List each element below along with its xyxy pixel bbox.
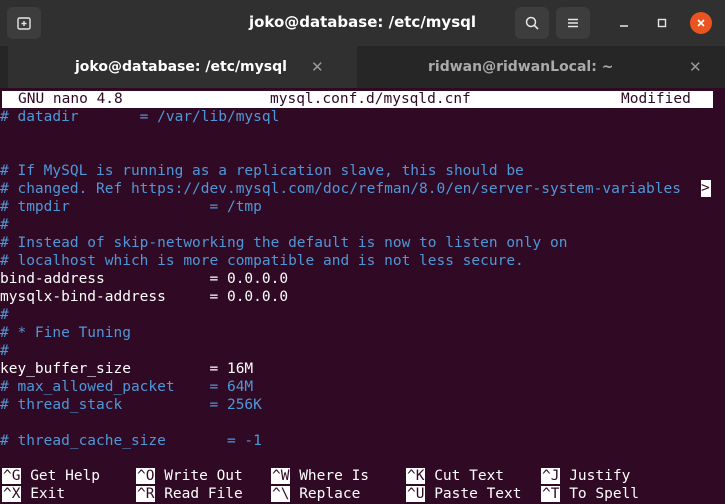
shortcut-item[interactable]: ^K Cut Text xyxy=(406,468,504,485)
shortcut-key: ^O xyxy=(136,468,156,484)
shortcut-key: ^\ xyxy=(271,486,291,502)
shortcut-label: Get Help xyxy=(30,468,101,484)
code-line: # If MySQL is running as a replication s… xyxy=(0,163,524,179)
code-line: # thread_stack = 256K xyxy=(0,397,262,413)
code-line: # thread_cache_size = -1 xyxy=(0,433,262,449)
maximize-icon xyxy=(657,18,667,28)
shortcut-key: ^K xyxy=(406,468,426,484)
shortcut-label: Replace xyxy=(299,486,361,502)
code-line: # xyxy=(0,343,9,359)
shortcut-label: Where Is xyxy=(299,468,370,484)
minimize-icon xyxy=(620,25,628,27)
shortcut-key: ^X xyxy=(2,486,22,502)
close-icon[interactable]: ✕ xyxy=(311,58,324,76)
shortcut-key: ^R xyxy=(136,486,156,502)
shortcut-label: Write Out xyxy=(164,468,243,484)
code-line: # xyxy=(0,217,9,233)
close-icon xyxy=(697,19,705,27)
line-truncation-marker: > xyxy=(701,180,711,197)
tab-ridwan-local[interactable]: ridwan@ridwanLocal: ~ ✕ xyxy=(357,46,719,88)
shortcut-item[interactable]: ^U Paste Text xyxy=(406,486,522,503)
minimize-button[interactable] xyxy=(613,12,635,34)
code-line: # * Fine Tuning xyxy=(0,325,131,341)
title-bar: joko@database: /etc/mysql xyxy=(0,0,725,46)
nano-version: GNU nano 4.8 xyxy=(18,91,123,107)
shortcut-item[interactable]: ^G Get Help xyxy=(2,468,100,485)
maximize-button[interactable] xyxy=(651,12,673,34)
code-line: # datadir = /var/lib/mysql xyxy=(0,109,280,125)
close-button[interactable] xyxy=(690,12,712,34)
shortcut-item[interactable]: ^X Exit xyxy=(2,486,65,503)
shortcut-label: Justify xyxy=(569,468,631,484)
code-line: # Instead of skip-networking the default… xyxy=(0,235,568,251)
shortcut-label: Read File xyxy=(164,486,243,502)
nano-filename: mysql.conf.d/mysqld.cnf xyxy=(270,91,471,107)
code-line: # changed. Ref https://dev.mysql.com/doc… xyxy=(0,181,681,197)
tab-bar: joko@database: /etc/mysql ✕ ridwan@ridwa… xyxy=(0,46,725,88)
shortcut-item[interactable]: ^T To Spell xyxy=(541,486,639,503)
nano-header-bar: GNU nano 4.8 mysql.conf.d/mysqld.cnf Mod… xyxy=(2,91,713,108)
terminal-area[interactable]: GNU nano 4.8 mysql.conf.d/mysqld.cnf Mod… xyxy=(0,88,725,504)
code-line: # localhost which is more compatible and… xyxy=(0,253,524,269)
tab-label: ridwan@ridwanLocal: ~ xyxy=(428,59,614,75)
menu-button[interactable] xyxy=(556,7,590,39)
shortcut-label: To Spell xyxy=(569,486,640,502)
shortcut-key: ^U xyxy=(406,486,426,502)
tab-label: joko@database: /etc/mysql xyxy=(75,59,287,75)
hamburger-menu-icon xyxy=(568,18,578,28)
close-icon[interactable]: ✕ xyxy=(689,58,702,76)
code-line: key_buffer_size = 16M xyxy=(0,361,254,377)
shortcut-label: Cut Text xyxy=(434,468,505,484)
search-button[interactable] xyxy=(515,7,549,39)
code-line: # xyxy=(0,307,9,323)
shortcut-item[interactable]: ^W Where Is xyxy=(271,468,369,485)
shortcut-item[interactable]: ^R Read File xyxy=(136,486,243,503)
shortcut-label: Paste Text xyxy=(434,486,522,502)
code-line: bind-address = 0.0.0.0 xyxy=(0,271,289,287)
shortcut-item[interactable]: ^J Justify xyxy=(541,468,630,485)
shortcut-key: ^J xyxy=(541,468,561,484)
search-icon xyxy=(525,16,539,30)
code-line: # max_allowed_packet = 64M xyxy=(0,379,254,395)
code-line: mysqlx-bind-address = 0.0.0.0 xyxy=(0,289,289,305)
shortcut-item[interactable]: ^\ Replace xyxy=(271,486,360,503)
shortcut-key: ^T xyxy=(541,486,561,502)
shortcut-item[interactable]: ^O Write Out xyxy=(136,468,243,485)
shortcut-label: Exit xyxy=(30,486,66,502)
nano-modified-status: Modified xyxy=(621,91,691,107)
code-line: # tmpdir = /tmp xyxy=(0,199,262,215)
shortcut-key: ^W xyxy=(271,468,291,484)
shortcut-key: ^G xyxy=(2,468,22,484)
tab-joko-database[interactable]: joko@database: /etc/mysql ✕ xyxy=(8,46,357,88)
